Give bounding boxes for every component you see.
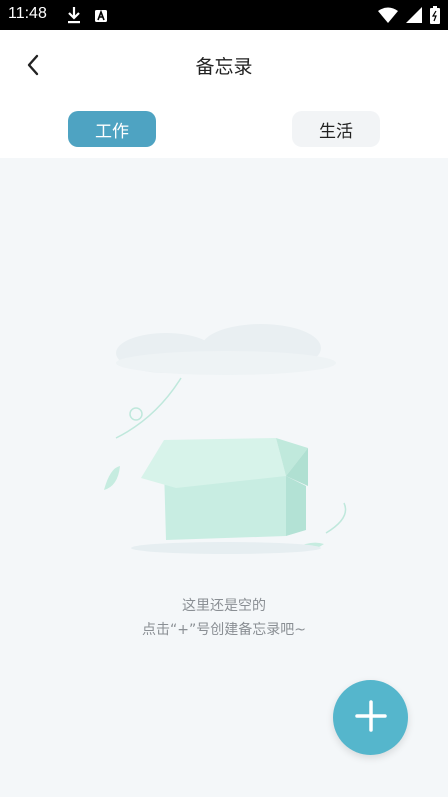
add-memo-button[interactable] — [333, 680, 408, 755]
empty-message-line2: 点击“+”号创建备忘录吧~ — [142, 622, 306, 638]
plus-icon — [354, 699, 387, 736]
empty-box-illustration — [104, 324, 347, 554]
tab-work[interactable]: 工作 — [68, 111, 156, 147]
app-bar: 备忘录 — [0, 30, 448, 100]
text-app-icon — [94, 8, 108, 27]
wifi-icon — [378, 7, 398, 27]
signal-icon — [406, 7, 422, 27]
empty-message-line1: 这里还是空的 — [182, 598, 266, 614]
page-title: 备忘录 — [195, 56, 253, 78]
tab-life[interactable]: 生活 — [292, 111, 380, 147]
status-time: 11:48 — [8, 5, 47, 22]
tab-bar: 工作 生活 — [0, 100, 448, 158]
download-icon — [66, 6, 82, 28]
battery-icon — [430, 6, 440, 28]
status-bar: 11:48 — [0, 0, 448, 30]
